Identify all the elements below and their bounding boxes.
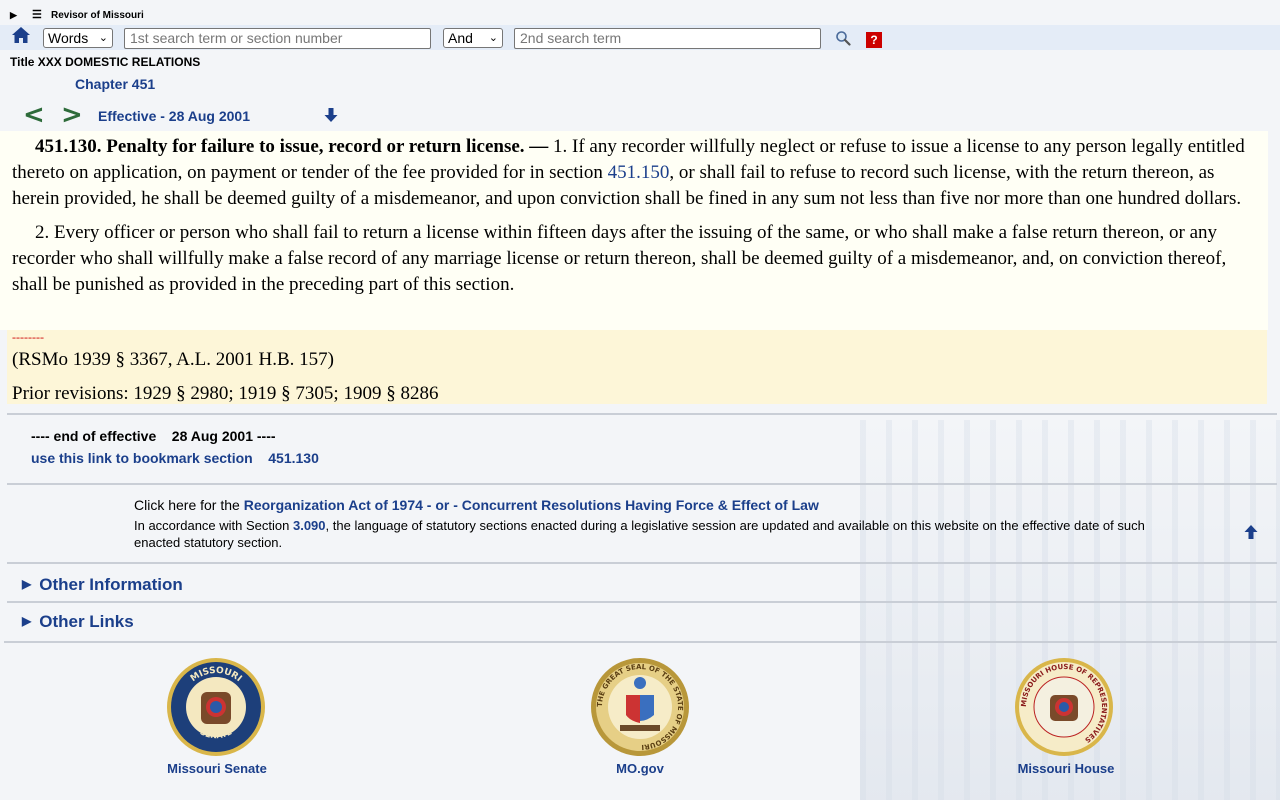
chevron-down-icon: ⌄ [488,32,498,44]
second-search-input[interactable]: 2nd search term [514,28,821,49]
missouri-house-seal[interactable]: MISSOURI HOUSE OF REPRESENTATIVES [1014,657,1114,757]
search-operator-value: And [448,30,473,46]
search-icon[interactable] [835,30,851,46]
expand-triangle-icon: ▶ [22,614,32,628]
other-links-toggle[interactable]: ▶ Other Links [22,612,134,632]
next-section-button[interactable]: > [61,100,83,130]
divider [7,601,1277,603]
statute-paragraph-1: 451.130. Penalty for failure to issue, r… [0,131,1268,212]
notice-line-1: Click here for the Reorganization Act of… [134,497,1174,513]
notice-prefix: Click here for the [134,497,244,513]
prior-revisions: Prior revisions: 1929 § 2980; 1919 § 730… [12,383,439,404]
help-icon[interactable]: ? [866,32,882,48]
hamburger-menu-icon[interactable]: ☰ [32,8,42,21]
arrow-up-icon[interactable] [1243,524,1259,540]
chevron-down-icon: ⌄ [98,32,108,44]
bookmark-section-link[interactable]: use this link to bookmark section 451.13… [31,450,319,466]
notice-block: Click here for the Reorganization Act of… [134,497,1174,551]
statute-text: 451.130. Penalty for failure to issue, r… [0,131,1268,330]
effective-date-link[interactable]: Effective - 28 Aug 2001 [98,108,250,124]
second-search-placeholder: 2nd search term [520,30,622,46]
concurrent-resolutions-link[interactable]: Concurrent Resolutions Having Force & Ef… [462,497,819,513]
previous-section-button[interactable]: < [23,100,45,130]
history-box: -------- (RSMo 1939 § 3367, A.L. 2001 H.… [7,330,1267,404]
missouri-senate-seal[interactable]: MISSOURI SENATE [166,657,266,757]
end-of-effective: ---- end of effective 28 Aug 2001 ---- [31,428,276,444]
home-icon[interactable] [11,25,31,45]
divider [7,413,1277,415]
title-breadcrumb: Title XXX DOMESTIC RELATIONS [10,55,201,69]
search-operator-select[interactable]: And ⌄ [443,28,503,48]
divider [4,641,1277,643]
mo-gov-link[interactable]: MO.gov [560,761,720,776]
other-information-toggle[interactable]: ▶ Other Information [22,575,183,595]
first-search-input[interactable]: 1st search term or section number [124,28,431,49]
section-451-150-link[interactable]: 451.150 [608,162,670,183]
notice-line-2: In accordance with Section 3.090, the la… [134,517,1174,551]
reorganization-act-link[interactable]: Reorganization Act of 1974 [244,497,423,513]
divider [7,562,1277,564]
history-source: (RSMo 1939 § 3367, A.L. 2001 H.B. 157) [12,349,334,370]
mo-gov-seal[interactable]: THE GREAT SEAL OF THE STATE OF MISSOURI [590,657,690,757]
missouri-senate-link[interactable]: Missouri Senate [137,761,297,776]
notice-separator: - or - [422,497,462,513]
history-divider: -------- [12,330,44,344]
site-title: Revisor of Missouri [51,10,144,21]
search-bar: Words ⌄ 1st search term or section numbe… [0,25,1280,50]
first-search-placeholder: 1st search term or section number [130,30,343,46]
expand-triangle-icon: ▶ [22,577,32,591]
section-navigation: < > Effective - 28 Aug 2001 [0,100,1280,130]
notice-line-2-prefix: In accordance with Section [134,518,293,533]
statute-paragraph-2: 2. Every officer or person who shall fai… [12,222,1227,295]
other-information-label: Other Information [39,575,183,594]
search-mode-select[interactable]: Words ⌄ [43,28,113,48]
missouri-house-link[interactable]: Missouri House [986,761,1146,776]
other-links-label: Other Links [39,612,134,631]
section-3-090-link[interactable]: 3.090 [293,518,326,533]
top-bar: ▶ ☰ Revisor of Missouri [0,8,1280,24]
expand-triangle-icon[interactable]: ▶ [10,10,17,21]
chapter-link[interactable]: Chapter 451 [75,76,155,92]
search-mode-value: Words [48,30,89,46]
divider [7,483,1277,485]
arrow-down-icon[interactable] [323,107,339,123]
section-heading: 451.130. Penalty for failure to issue, r… [35,136,554,157]
